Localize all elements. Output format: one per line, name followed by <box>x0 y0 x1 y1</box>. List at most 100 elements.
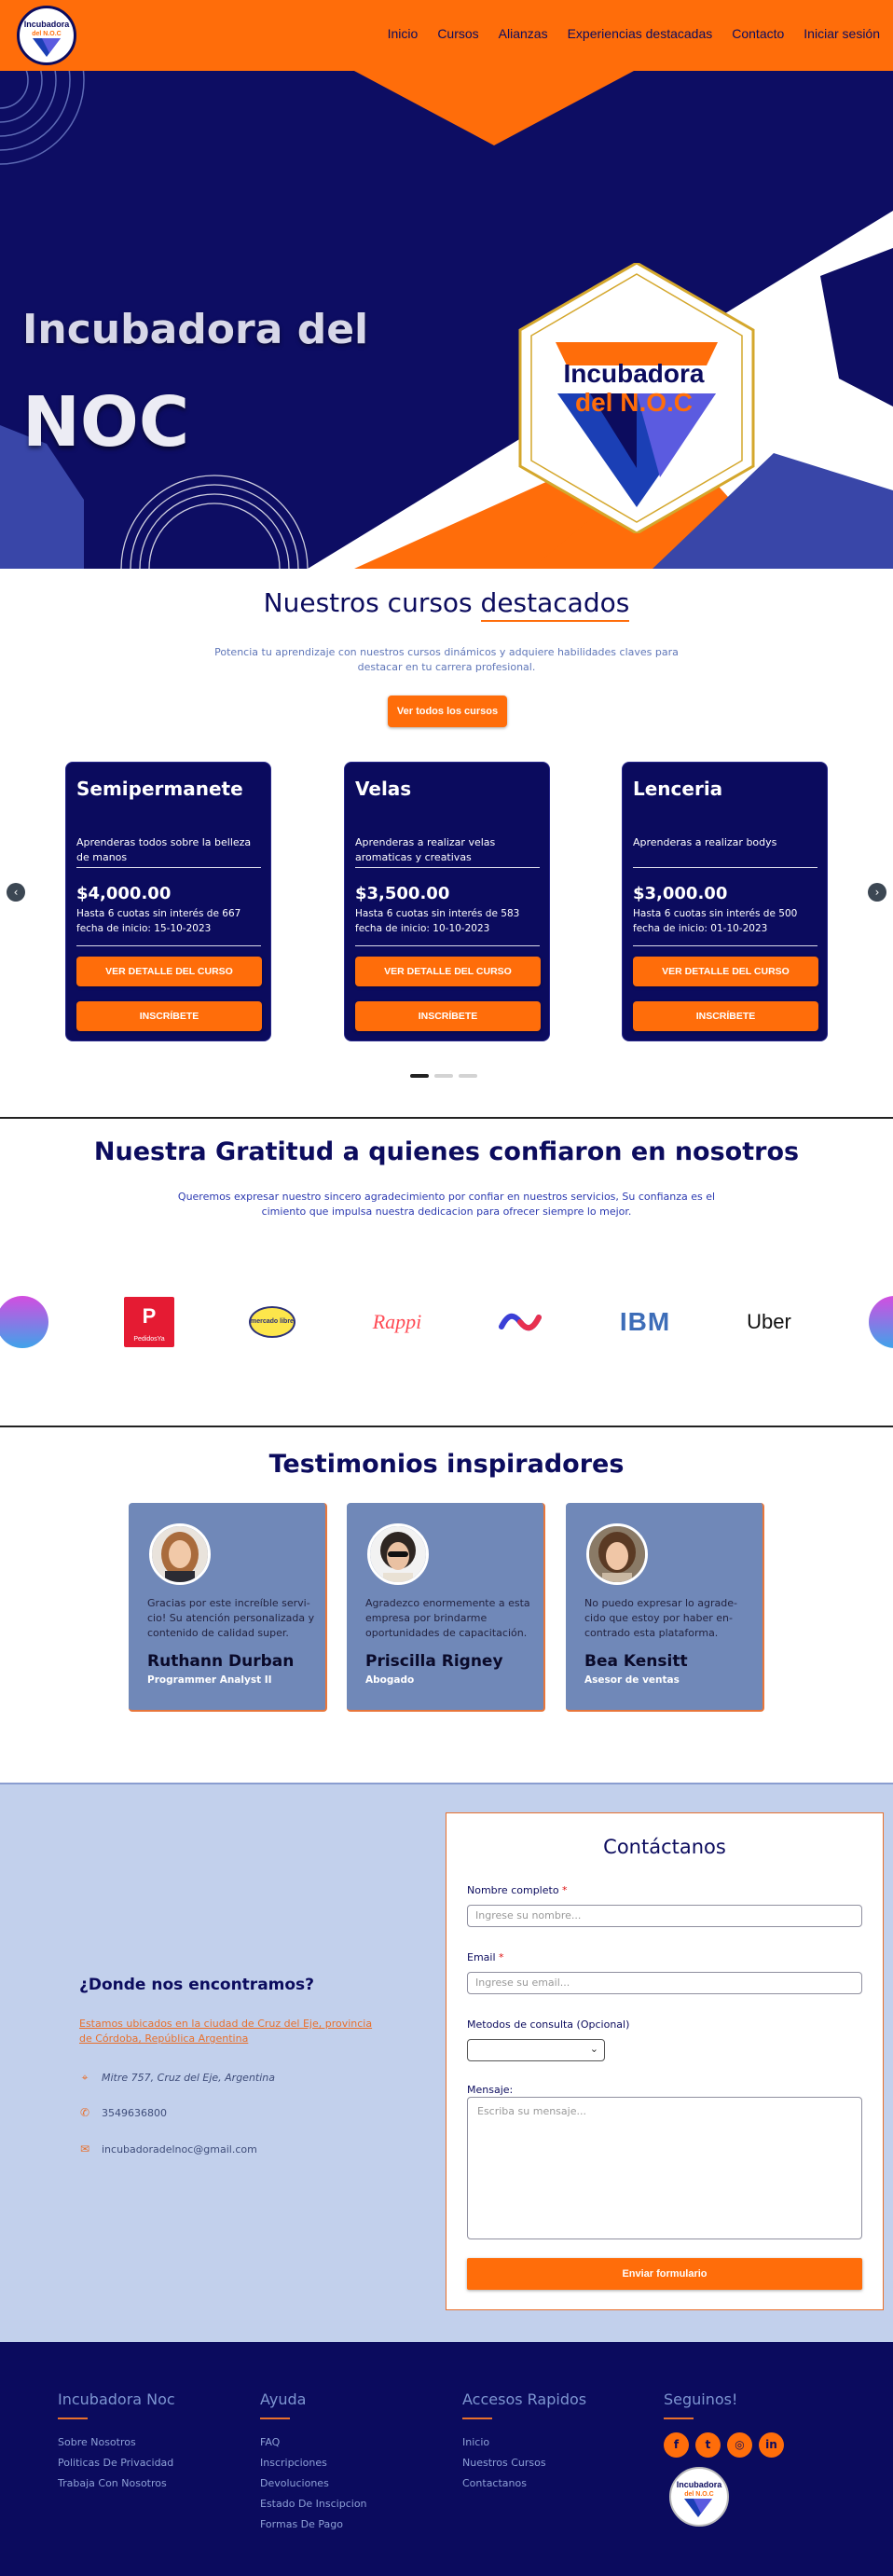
course-description: Aprenderas a realizar bodys <box>633 836 777 848</box>
nav-link-inicio[interactable]: Inicio <box>388 26 419 41</box>
site-footer: Incubadora Noc Sobre Nosotros Politicas … <box>0 2342 893 2576</box>
partner-logo-uber: Uber <box>741 1294 797 1350</box>
partner-logo-mercadolibre: mercado libre <box>244 1294 300 1350</box>
course-enroll-button[interactable]: INSCRÍBETE <box>633 1001 818 1031</box>
course-enroll-button[interactable]: INSCRÍBETE <box>76 1001 262 1031</box>
mercadolibre-name: mercado libre <box>251 1318 294 1325</box>
heading-underline <box>260 2418 290 2419</box>
partner-circle-logo <box>0 1296 48 1348</box>
footer-link[interactable]: Devoluciones <box>260 2473 367 2494</box>
courses-title: Nuestros cursos destacados <box>0 587 893 622</box>
nav-link-contacto[interactable]: Contacto <box>732 26 784 41</box>
footer-link[interactable]: FAQ <box>260 2432 367 2453</box>
name-label: Nombre completo * <box>467 1884 568 1896</box>
heading-underline <box>664 2418 694 2419</box>
testimonial-text: Gracias por este increíble servi-cio! Su… <box>147 1597 315 1639</box>
course-title: Lenceria <box>633 778 723 800</box>
logo-text-line1: Incubadora <box>23 20 70 29</box>
courses-title-part1: Nuestros cursos <box>263 587 473 618</box>
message-textarea[interactable]: Escriba su mensaje... <box>467 2097 862 2239</box>
partner-logos-strip: P PedidosYa mercado libre Rappi IBM Uber <box>0 1294 893 1350</box>
footer-link[interactable]: Trabaja Con Nosotros <box>58 2473 175 2494</box>
form-title: Contáctanos <box>603 1836 726 1858</box>
footer-link[interactable]: Contactanos <box>462 2473 586 2494</box>
location-link[interactable]: Estamos ubicados en la ciudad de Cruz de… <box>79 2017 387 2046</box>
diamond-icon <box>684 2499 712 2517</box>
course-title: Semipermanete <box>76 778 243 800</box>
name-label-text: Nombre completo <box>467 1884 559 1896</box>
method-select[interactable]: ⌄ <box>467 2039 605 2061</box>
instagram-icon[interactable]: ◎ <box>727 2432 752 2458</box>
map-pin-icon: ⌖ <box>81 2071 89 2084</box>
course-installments: Hasta 6 cuotas sin interés de 583 <box>355 908 520 919</box>
submit-form-button[interactable]: Enviar formulario <box>467 2258 862 2290</box>
pedidosya-name: PedidosYa <box>133 1336 165 1343</box>
course-price: $3,500.00 <box>355 884 450 903</box>
nav-link-cursos[interactable]: Cursos <box>437 26 478 41</box>
footer-column-quick-links: Accesos Rapidos Inicio Nuestros Cursos C… <box>462 2390 586 2494</box>
footer-heading: Seguinos! <box>664 2390 738 2408</box>
facebook-icon[interactable]: f <box>664 2432 689 2458</box>
partner-logo-rappi: Rappi <box>369 1294 425 1350</box>
course-detail-button[interactable]: VER DETALLE DEL CURSO <box>76 957 262 986</box>
nav-link-alianzas[interactable]: Alianzas <box>499 26 548 41</box>
logo-text-line2: del N.O.C <box>32 31 62 37</box>
footer-link[interactable]: Inicio <box>462 2432 586 2453</box>
footer-column-social: Seguinos! f t ◎ in Incubadora del N.O.C <box>664 2390 784 2527</box>
email-text: incubadoradelnoc@gmail.com <box>102 2142 257 2156</box>
brand-logo[interactable]: Incubadora del N.O.C <box>17 6 76 65</box>
linkedin-icon[interactable]: in <box>759 2432 784 2458</box>
hero-logo-text-line1: Incubadora <box>563 359 705 388</box>
partners-section: Nuestra Gratitud a quienes confiaron en … <box>0 1119 893 1426</box>
course-info: Hasta 6 cuotas sin interés de 583 fecha … <box>355 906 519 936</box>
partner-logo-partial-right <box>867 1294 893 1350</box>
chevron-left-icon: ‹ <box>13 886 19 899</box>
footer-link[interactable]: Nuestros Cursos <box>462 2453 586 2473</box>
testimonial-role: Abogado <box>365 1674 415 1686</box>
carousel-prev-button[interactable]: ‹ <box>7 883 25 902</box>
email-input[interactable]: Ingrese su email... <box>467 1972 862 1994</box>
course-detail-button[interactable]: VER DETALLE DEL CURSO <box>355 957 541 986</box>
course-start-date: fecha de inicio: 01-10-2023 <box>633 923 768 934</box>
logo-text-line2: del N.O.C <box>684 2491 714 2498</box>
footer-link[interactable]: Sobre Nosotros <box>58 2432 175 2453</box>
testimonial-card: Agradezco enormemente a esta empresa por… <box>347 1503 545 1712</box>
divider <box>76 945 261 946</box>
nav-link-login[interactable]: Iniciar sesión <box>804 26 880 41</box>
twitter-icon[interactable]: t <box>695 2432 721 2458</box>
footer-link[interactable]: Politicas De Privacidad <box>58 2453 175 2473</box>
carousel-next-button[interactable]: › <box>868 883 886 902</box>
carousel-dot[interactable] <box>459 1074 477 1078</box>
hero-banner: Incubadora del NOC Incubadora del N.O.C <box>0 71 893 569</box>
required-mark: * <box>562 1884 568 1896</box>
footer-link[interactable]: Inscripciones <box>260 2453 367 2473</box>
diamond-icon <box>33 38 61 57</box>
course-price: $4,000.00 <box>76 884 172 903</box>
course-installments: Hasta 6 cuotas sin interés de 500 <box>633 908 798 919</box>
course-start-date: fecha de inicio: 15-10-2023 <box>76 923 212 934</box>
footer-link[interactable]: Formas De Pago <box>260 2514 367 2535</box>
heading-underline <box>58 2418 88 2419</box>
name-input[interactable]: Ingrese su nombre... <box>467 1905 862 1927</box>
email-label-text: Email <box>467 1951 496 1963</box>
carousel-dot[interactable] <box>434 1074 453 1078</box>
course-detail-button[interactable]: VER DETALLE DEL CURSO <box>633 957 818 986</box>
featured-courses-section: Nuestros cursos destacados Potencia tu a… <box>0 569 893 1117</box>
divider <box>355 867 540 868</box>
testimonial-text: Agradezco enormemente a esta empresa por… <box>365 1597 530 1639</box>
course-installments: Hasta 6 cuotas sin interés de 667 <box>76 908 241 919</box>
footer-link[interactable]: Estado De Inscipcion <box>260 2494 367 2514</box>
phone-row: ✆ 3549636800 <box>79 2106 167 2119</box>
top-navbar: Incubadora del N.O.C Inicio Cursos Alian… <box>0 0 893 71</box>
footer-heading: Incubadora Noc <box>58 2390 175 2408</box>
divider <box>633 945 817 946</box>
course-price: $3,000.00 <box>633 884 728 903</box>
contact-section: ¿Donde nos encontramos? Estamos ubicados… <box>0 1783 893 2342</box>
hero-title-line1: Incubadora del <box>22 306 369 353</box>
mail-icon: ✉ <box>79 2142 90 2156</box>
nav-link-experiencias[interactable]: Experiencias destacadas <box>568 26 713 41</box>
carousel-dot[interactable] <box>410 1074 429 1078</box>
course-enroll-button[interactable]: INSCRÍBETE <box>355 1001 541 1031</box>
hero-title-line2: NOC <box>22 382 190 462</box>
see-all-courses-button[interactable]: Ver todos los cursos <box>388 696 507 727</box>
